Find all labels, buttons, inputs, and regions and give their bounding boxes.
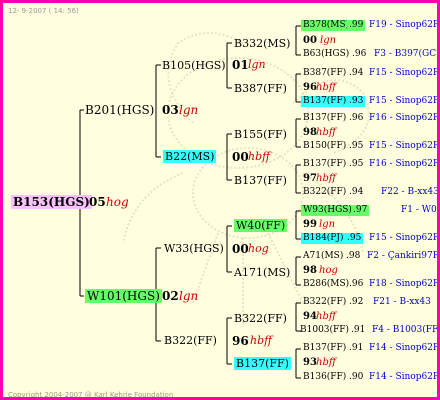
gen4-ref: F19 - Sinop62R [369, 20, 440, 30]
gen4-queen-id: B137(FF) [303, 113, 347, 123]
gen4-score: .91 [351, 325, 366, 335]
gen4-queen-id: B137(FF) [301, 96, 349, 107]
gen4-ref: F18 - Sinop62R [369, 279, 440, 289]
gen2-queen-code: lgn [248, 58, 266, 71]
gen3-queen-year: 97 [303, 173, 317, 184]
gen1-queen-code: lgn [179, 103, 199, 117]
gen3-queen-code: hog [319, 265, 338, 276]
gen4-score: .90 [349, 372, 364, 382]
gen4-score: .94 [349, 187, 364, 197]
gen4-score: .95 [349, 159, 364, 169]
gen4-score: .95 [349, 141, 364, 151]
gen4-queen-id: B184(PJ) [301, 233, 346, 244]
gen2-queen-id: W33(HGS) [164, 242, 224, 255]
gen4-score: .95 [345, 233, 364, 244]
gen3-queen-code: hbff [316, 173, 336, 184]
root-queen-code: hog [106, 195, 129, 209]
gen4-queen-id: B322(FF) [303, 297, 347, 307]
gen2-queen-code: hbff [248, 150, 270, 163]
gen4-queen-id: B378(MS) [301, 20, 352, 31]
gen4-ref: F3 - B397(GC) [374, 49, 440, 59]
gen3-queen-year: 94 [303, 311, 317, 322]
gen2-queen-id: B322(FF) [164, 334, 217, 347]
gen3-queen-year: 98 [303, 127, 317, 138]
gen3-queen-code: hbff [316, 127, 336, 138]
gen4-queen-id: B137(FF) [303, 343, 347, 353]
gen2-queen-year: 96 [232, 334, 249, 348]
gen2-queen-year: 00 [232, 150, 249, 164]
gen1-queen-code: lgn [179, 289, 199, 303]
gen4-queen-id: B1003(FF) [300, 325, 350, 335]
gen3-queen-id: B155(FF) [234, 128, 287, 141]
gen4-ref: F21 - B-xx43 [373, 297, 431, 307]
gen4-score: .97 [351, 205, 370, 216]
gen2-queen-year: 01 [232, 58, 249, 72]
gen3-queen-year: 98 [303, 265, 317, 276]
gen3-queen-code: lgn [320, 35, 337, 46]
gen4-queen-id: A71(MS) [303, 251, 344, 261]
gen4-queen-id: B387(FF) [303, 68, 347, 78]
gen3-queen-code: hbff [316, 311, 336, 322]
gen3-queen-code: hbff [316, 82, 336, 93]
gen4-queen-id: B63(HGS) [303, 49, 350, 59]
gen3-queen-year: 00 [303, 35, 317, 46]
gen4-queen-id: B136(FF) [303, 372, 347, 382]
gen3-queen-id: B387(FF) [234, 82, 287, 95]
gen3-queen-id: B322(FF) [234, 312, 287, 325]
copyright-footer: Copyright 2004-2007 @ Karl Kehrle Founda… [8, 391, 174, 399]
gen4-ref: F15 - Sinop62R [369, 68, 440, 78]
gen4-ref: F1 - W0 [401, 205, 437, 215]
gen3-queen-year: 99 [303, 219, 317, 230]
gen1-queen-year: 03 [162, 103, 179, 117]
gen2-queen-year: 00 [232, 242, 249, 256]
gen4-ref: F16 - Sinop62R [369, 113, 440, 123]
gen4-ref: F16 - Sinop62R [369, 159, 440, 169]
gen4-ref: F14 - Sinop62R [369, 343, 440, 353]
gen3-queen-id: B137(FF) [234, 174, 287, 187]
gen1-queen-id: B201(HGS) [85, 103, 155, 117]
gen1-queen-id: W101(HGS) [85, 289, 162, 303]
gen3-queen-id: A171(MS) [234, 266, 291, 279]
gen3-queen-id: B137(FF) [234, 357, 291, 370]
pedigree-frame: 12- 9-2007 ( 14: 56) B153(HGS) 05 hog B2… [0, 0, 440, 400]
gen3-queen-code: hbff [316, 357, 336, 368]
gen4-queen-id: W93(HGS) [301, 205, 354, 216]
gen4-ref: F15 - Sinop62R [369, 141, 440, 151]
gen4-queen-id: B322(FF) [303, 187, 347, 197]
gen4-ref: F14 - Sinop62R [369, 372, 440, 382]
gen4-queen-id: B137(FF) [303, 159, 347, 169]
gen4-ref: F15 - Sinop62R [369, 233, 440, 243]
gen3-queen-id: W40(FF) [234, 219, 288, 232]
gen4-score: .98 [346, 251, 361, 261]
root-queen-year: 05 [89, 195, 106, 209]
gen4-queen-id: B150(FF) [303, 141, 347, 151]
gen3-queen-code: lgn [319, 219, 336, 230]
gen4-score: .96 [349, 113, 364, 123]
print-date: 12- 9-2007 ( 14: 56) [8, 7, 79, 15]
gen4-score: .92 [349, 297, 364, 307]
gen4-ref: F22 - B-xx43 [381, 187, 439, 197]
gen4-ref: F15 - Sinop62R [369, 96, 440, 106]
gen4-score: .96 [349, 279, 364, 289]
root-queen-id: B153(HGS) [11, 195, 92, 209]
gen2-queen-id: B105(HGS) [162, 59, 226, 72]
gen2-queen-code: hbff [250, 334, 272, 347]
gen4-score: .99 [347, 20, 366, 31]
gen4-score: .94 [349, 68, 364, 78]
gen3-queen-id: B332(MS) [234, 37, 291, 50]
gen1-queen-year: 02 [162, 289, 179, 303]
gen4-queen-id: B286(MS) [303, 279, 350, 289]
gen4-score: .93 [347, 96, 366, 107]
gen4-ref: F2 - Çankiri97R [367, 251, 440, 261]
gen3-queen-year: 96 [303, 82, 317, 93]
gen4-score: .91 [349, 343, 364, 353]
gen4-score: .96 [352, 49, 367, 59]
gen3-queen-year: 93 [303, 357, 317, 368]
gen2-queen-code: hog [248, 242, 269, 255]
gen4-ref: F4 - B1003(FF) [372, 325, 440, 335]
gen2-queen-id: B22(MS) [163, 150, 217, 163]
